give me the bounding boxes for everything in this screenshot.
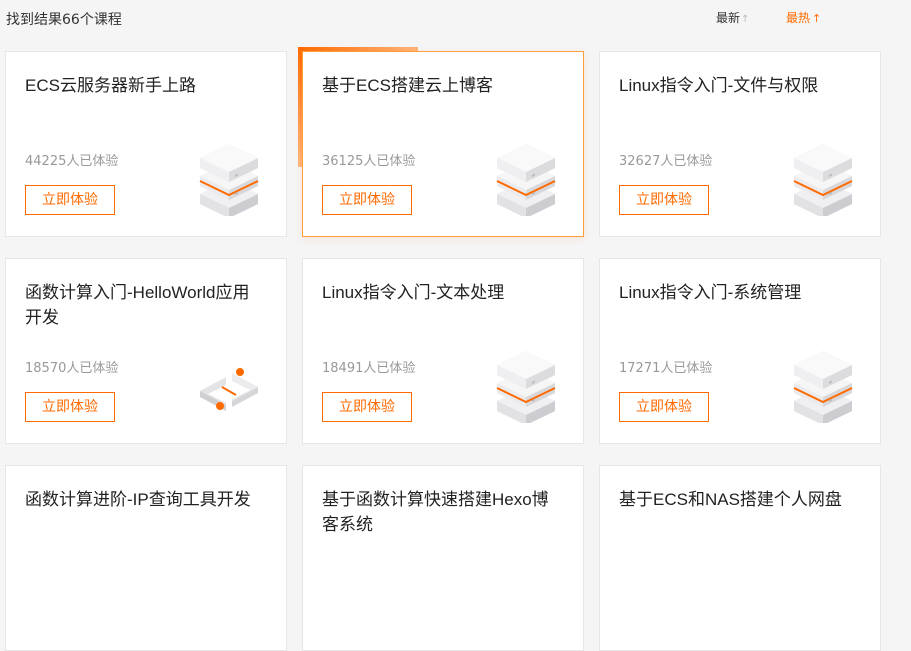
- course-participant-count: 18491人已体验: [322, 361, 416, 376]
- sort-arrow-icon: ↑: [741, 14, 750, 25]
- try-now-button[interactable]: 立即体验: [619, 185, 709, 215]
- course-card[interactable]: 函数计算进阶-IP查询工具开发: [5, 465, 287, 651]
- course-participant-count: 44225人已体验: [25, 154, 119, 169]
- course-participant-count: 36125人已体验: [322, 154, 416, 169]
- sort-arrow-icon: ↑: [812, 12, 822, 25]
- results-header: 找到结果66个课程 最新↑ 最热 ↑: [0, 0, 911, 40]
- server-icon: [793, 351, 853, 423]
- course-card[interactable]: Linux指令入门-系统管理 17271人已体验 立即体验: [599, 258, 881, 444]
- course-participant-count: 32627人已体验: [619, 154, 713, 169]
- course-participant-count: 17271人已体验: [619, 361, 713, 376]
- server-icon: [199, 144, 259, 216]
- try-now-button[interactable]: 立即体验: [25, 392, 115, 422]
- sort-hot-label: 最热: [786, 11, 811, 25]
- server-icon: [496, 351, 556, 423]
- course-card[interactable]: 基于函数计算快速搭建Hexo博客系统: [302, 465, 584, 651]
- course-card[interactable]: Linux指令入门-文件与权限 32627人已体验 立即体验: [599, 51, 881, 237]
- sort-hot-button[interactable]: 最热 ↑: [786, 9, 821, 26]
- try-now-button[interactable]: 立即体验: [322, 185, 412, 215]
- card-corner-accent: [298, 47, 418, 167]
- course-title[interactable]: Linux指令入门-系统管理: [619, 280, 859, 305]
- course-title[interactable]: Linux指令入门-文本处理: [322, 280, 562, 305]
- sort-newest-label: 最新: [716, 11, 741, 25]
- course-participant-count: 18570人已体验: [25, 361, 119, 376]
- course-title[interactable]: 基于ECS搭建云上博客: [322, 73, 562, 98]
- course-title[interactable]: ECS云服务器新手上路: [25, 73, 265, 98]
- course-card[interactable]: Linux指令入门-文本处理 18491人已体验 立即体验: [302, 258, 584, 444]
- course-title[interactable]: 函数计算进阶-IP查询工具开发: [25, 487, 265, 512]
- course-card[interactable]: 基于ECS搭建云上博客 36125人已体验 立即体验: [298, 47, 584, 237]
- course-title[interactable]: 基于函数计算快速搭建Hexo博客系统: [322, 487, 562, 537]
- server-icon: [496, 144, 556, 216]
- result-count: 找到结果66个课程: [6, 12, 122, 28]
- course-card[interactable]: 函数计算入门-HelloWorld应用开发 18570人已体验 立即体验: [5, 258, 287, 444]
- course-card[interactable]: ECS云服务器新手上路 44225人已体验 立即体验: [5, 51, 287, 237]
- course-title[interactable]: Linux指令入门-文件与权限: [619, 73, 859, 98]
- try-now-button[interactable]: 立即体验: [25, 185, 115, 215]
- course-title[interactable]: 函数计算入门-HelloWorld应用开发: [25, 280, 265, 330]
- sort-newest-button[interactable]: 最新↑: [716, 9, 749, 26]
- try-now-button[interactable]: 立即体验: [619, 392, 709, 422]
- course-title[interactable]: 基于ECS和NAS搭建个人网盘: [619, 487, 859, 512]
- try-now-button[interactable]: 立即体验: [322, 392, 412, 422]
- course-card[interactable]: 基于ECS和NAS搭建个人网盘: [599, 465, 881, 651]
- server-icon: [793, 144, 853, 216]
- function-compute-icon: [200, 368, 258, 411]
